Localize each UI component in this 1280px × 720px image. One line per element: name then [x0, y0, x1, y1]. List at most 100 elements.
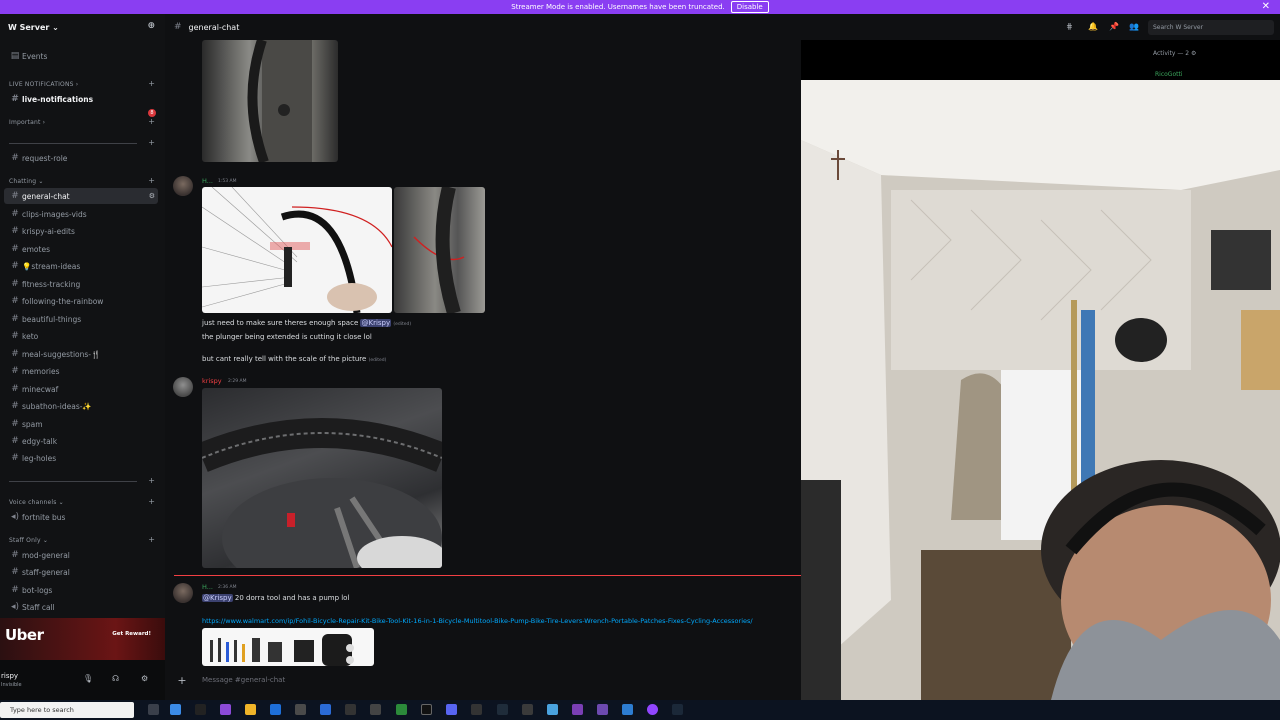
add-attachment-icon[interactable]: + [172, 674, 192, 687]
app-icon[interactable] [622, 704, 633, 715]
message-author[interactable]: H... [202, 583, 213, 591]
sidebar-item-minecwaf[interactable]: # minecwaf [0, 381, 165, 397]
link-preview-image[interactable] [202, 628, 374, 666]
add-channel-icon[interactable]: + [148, 138, 155, 147]
sidebar-item-meal[interactable]: # meal-suggestions-🍴 [0, 346, 165, 362]
message-timestamp: 2:29 AM [228, 379, 247, 384]
obs-icon[interactable] [195, 704, 206, 715]
avatar[interactable] [173, 583, 193, 603]
sidebar-item-krispy-ai[interactable]: # krispy-ai-edits [0, 223, 165, 239]
discord-icon[interactable] [446, 704, 457, 715]
app-icon[interactable] [572, 704, 583, 715]
edited-tag: (edited) [368, 358, 387, 363]
add-channel-icon[interactable]: + [148, 117, 155, 126]
app-icon[interactable] [421, 704, 432, 715]
uber-ad[interactable]: Uber Get Reward! [0, 618, 165, 660]
edge-icon[interactable] [270, 704, 281, 715]
product-link[interactable]: https://www.walmart.com/ip/Fohil-Bicycle… [202, 617, 800, 625]
task-view-icon[interactable] [148, 704, 159, 715]
sidebar-item-clips[interactable]: # clips-images-vids [0, 206, 165, 222]
app-icon[interactable] [522, 704, 533, 715]
channel-hash-icon: # [11, 567, 19, 577]
sidebar-item-emotes[interactable]: # emotes [0, 241, 165, 257]
microphone-icon[interactable]: 🎙 [83, 674, 93, 683]
app-icon[interactable] [547, 704, 558, 715]
avatar[interactable] [173, 377, 193, 397]
close-icon[interactable]: ✕ [1262, 1, 1270, 12]
user-mention[interactable]: @Krispy [360, 319, 392, 327]
get-reward-button[interactable]: Get Reward! [112, 631, 151, 637]
app-icon[interactable] [295, 704, 306, 715]
attachment-image-pump-sketch[interactable] [202, 187, 392, 313]
headphones-icon[interactable]: ☊ [112, 674, 119, 683]
sidebar-item-fortnite-bus[interactable]: ◂) fortnite bus [0, 509, 165, 525]
user-settings-icon[interactable]: ⚙ [141, 674, 148, 683]
sidebar-item-keto[interactable]: # keto [0, 328, 165, 344]
app-icon[interactable] [370, 704, 381, 715]
attachment-image-tire-closeup[interactable] [394, 187, 485, 313]
member-list-icon[interactable]: 👥 [1129, 22, 1139, 31]
notification-bell-icon[interactable]: 🔔 [1088, 22, 1098, 31]
nvidia-icon[interactable] [396, 704, 407, 715]
attachment-image-wheel[interactable] [202, 388, 442, 568]
sidebar-item-leg-holes[interactable]: # leg-holes [0, 450, 165, 466]
avatar[interactable] [173, 176, 193, 196]
sidebar-item-edgy[interactable]: # edgy-talk [0, 433, 165, 449]
sidebar-item-live-notifications[interactable]: # live-notifications [0, 91, 165, 107]
app-icon[interactable] [345, 704, 356, 715]
app-icon[interactable] [497, 704, 508, 715]
username[interactable]: rispy [1, 672, 18, 680]
add-channel-icon[interactable]: + [148, 476, 155, 485]
chrome-icon[interactable] [170, 704, 181, 715]
channel-hash-icon: # [11, 366, 19, 376]
attachment-image-tire[interactable] [202, 40, 338, 162]
channel-hash-icon: # [11, 279, 19, 289]
disable-button[interactable]: Disable [730, 1, 769, 13]
sidebar-item-bot-logs[interactable]: # bot-logs [0, 582, 165, 598]
threads-icon[interactable]: ⋕ [1066, 22, 1073, 31]
twitch-icon[interactable] [220, 704, 231, 715]
events-item[interactable]: ▤ Events [0, 48, 165, 64]
sidebar-item-subathon[interactable]: # subathon-ideas-✨ [0, 398, 165, 414]
user-mention[interactable]: @Krispy [202, 594, 233, 602]
add-channel-icon[interactable]: + [148, 79, 155, 88]
app-icon[interactable] [320, 704, 331, 715]
search-input[interactable]: Search W Server [1148, 20, 1274, 35]
app-icon[interactable] [471, 704, 482, 715]
server-header[interactable]: W Server ⌄ ⊕ [0, 14, 165, 40]
add-channel-icon[interactable]: + [148, 176, 155, 185]
message-author[interactable]: krispy [202, 377, 222, 385]
add-channel-icon[interactable]: + [148, 497, 155, 506]
taskbar-search-input[interactable]: Type here to search [0, 702, 134, 718]
app-icon[interactable] [597, 704, 608, 715]
sidebar-item-fitness[interactable]: # fitness-tracking [0, 276, 165, 292]
sidebar-item-spam[interactable]: # spam [0, 416, 165, 432]
app-icon[interactable] [647, 704, 658, 715]
message-author[interactable]: H... [202, 177, 213, 185]
steam-icon[interactable] [672, 704, 683, 715]
settings-icon[interactable]: ⚙ [149, 192, 155, 200]
sidebar-item-memories[interactable]: # memories [0, 363, 165, 379]
channel-hash-icon: # [11, 585, 19, 595]
sidebar-item-stream-ideas[interactable]: # 💡stream-ideas [0, 258, 165, 274]
sidebar-item-rainbow[interactable]: # following-the-rainbow [0, 293, 165, 309]
pin-icon[interactable]: 📌 [1109, 22, 1119, 31]
file-explorer-icon[interactable] [245, 704, 256, 715]
channel-sidebar: W Server ⌄ ⊕ ▤ Events LIVE NOTIFICATIONS … [0, 14, 165, 700]
add-channel-icon[interactable]: + [148, 535, 155, 544]
activity-user[interactable]: RicoGotti [1155, 71, 1183, 78]
sidebar-item-request-role[interactable]: # request-role [0, 150, 165, 166]
category-voice[interactable]: Voice channels ⌄ [9, 499, 64, 506]
category-staff[interactable]: Staff Only ⌄ [9, 537, 48, 544]
category-important[interactable]: Important › [9, 119, 45, 126]
sidebar-item-staff-general[interactable]: # staff-general [0, 564, 165, 580]
sidebar-item-staff-call[interactable]: ◂) Staff call [0, 599, 165, 615]
category-live[interactable]: LIVE NOTIFICATIONS › [9, 81, 78, 88]
category-chatting[interactable]: Chatting ⌄ [9, 178, 44, 185]
sidebar-item-beautiful[interactable]: # beautiful-things [0, 311, 165, 327]
sidebar-item-mod-general[interactable]: # mod-general [0, 547, 165, 563]
sidebar-item-general-chat[interactable]: # general-chat ⚙ [4, 188, 158, 204]
channel-label: meal-suggestions-🍴 [22, 349, 101, 359]
add-member-icon[interactable]: ⊕ [147, 21, 155, 31]
message-composer[interactable]: + Message #general-chat [172, 670, 801, 690]
